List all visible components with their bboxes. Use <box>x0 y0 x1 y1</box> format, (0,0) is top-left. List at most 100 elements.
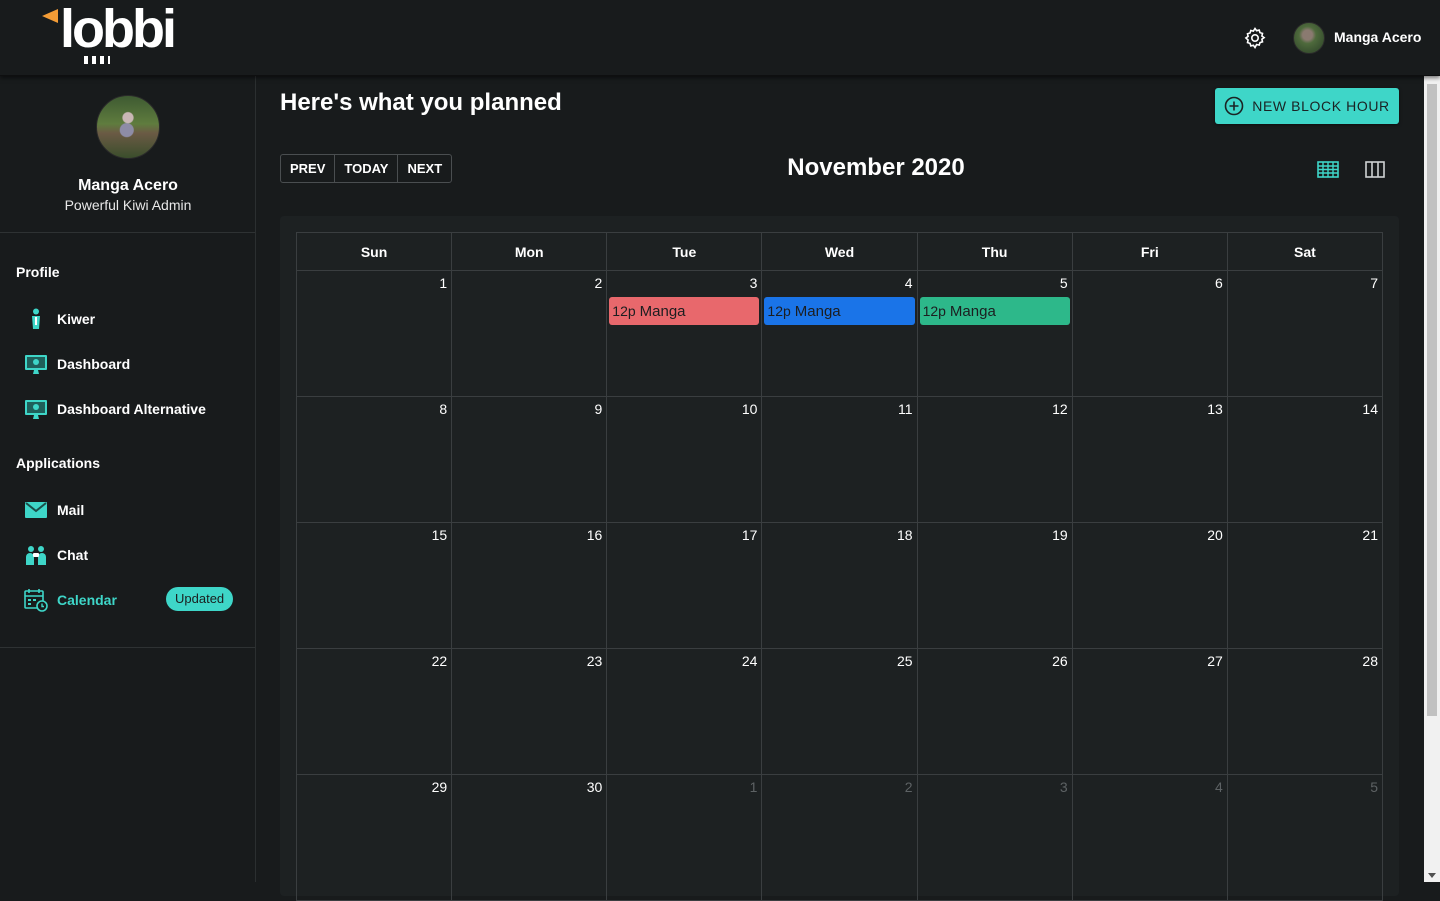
day-number[interactable]: 25 <box>897 653 913 669</box>
weekday-header-cell: Wed <box>762 233 918 271</box>
day-cell[interactable]: 25 <box>762 649 918 775</box>
day-cell[interactable]: 29 <box>297 775 453 901</box>
new-block-hour-button[interactable]: NEW BLOCK HOUR <box>1215 88 1399 124</box>
sidebar-item-label: Dashboard Alternative <box>57 401 206 417</box>
day-cell[interactable]: 8 <box>297 397 453 523</box>
day-cell[interactable]: 30 <box>452 775 608 901</box>
day-cell[interactable]: 2 <box>452 271 608 397</box>
day-number[interactable]: 11 <box>898 401 913 417</box>
day-number[interactable]: 15 <box>432 527 448 543</box>
day-cell[interactable]: 21 <box>1227 523 1383 649</box>
day-cell[interactable]: 10 <box>607 397 763 523</box>
day-number[interactable]: 19 <box>1052 527 1068 543</box>
day-number[interactable]: 6 <box>1215 275 1223 291</box>
day-cell[interactable]: 3 <box>917 775 1073 901</box>
calendar-event[interactable]: 12p Manga <box>919 297 1070 325</box>
day-number[interactable]: 13 <box>1207 401 1223 417</box>
day-number[interactable]: 30 <box>587 779 603 795</box>
day-cell[interactable]: 17 <box>607 523 763 649</box>
calendar-event[interactable]: 12p Manga <box>609 297 760 325</box>
page-scrollbar[interactable] <box>1424 76 1440 882</box>
day-number[interactable]: 2 <box>905 779 913 795</box>
day-number[interactable]: 5 <box>1060 275 1068 291</box>
day-cell[interactable]: 23 <box>452 649 608 775</box>
day-cell[interactable]: 14 <box>1227 397 1383 523</box>
sidebar-item-dashboard[interactable]: Dashboard <box>24 350 234 378</box>
day-number[interactable]: 9 <box>594 401 602 417</box>
day-number[interactable]: 26 <box>1052 653 1068 669</box>
day-cell[interactable]: 11 <box>762 397 918 523</box>
day-cell[interactable]: 3 12p Manga <box>607 271 763 397</box>
day-number[interactable]: 16 <box>587 527 603 543</box>
sidebar-item-calendar[interactable]: Calendar Updated <box>24 586 234 614</box>
sidebar-item-dashboard-alternative[interactable]: Dashboard Alternative <box>24 395 234 423</box>
day-number[interactable]: 21 <box>1362 527 1378 543</box>
day-cell[interactable]: 5 <box>1227 775 1383 901</box>
scroll-down-arrow-icon[interactable] <box>1428 873 1436 878</box>
next-button[interactable]: NEXT <box>398 155 451 182</box>
day-cell[interactable]: 4 <box>1072 775 1228 901</box>
today-button[interactable]: TODAY <box>335 155 399 182</box>
day-number[interactable]: 24 <box>742 653 758 669</box>
day-number[interactable]: 8 <box>439 401 447 417</box>
day-number[interactable]: 4 <box>905 275 913 291</box>
day-number[interactable]: 5 <box>1370 779 1378 795</box>
day-number[interactable]: 3 <box>1060 779 1068 795</box>
chat-users-icon <box>26 546 46 565</box>
day-number[interactable]: 7 <box>1370 275 1378 291</box>
day-cell[interactable]: 6 <box>1072 271 1228 397</box>
day-cell[interactable]: 18 <box>762 523 918 649</box>
calendar-event[interactable]: 12p Manga <box>764 297 915 325</box>
day-cell[interactable]: 22 <box>297 649 453 775</box>
day-cell[interactable]: 9 <box>452 397 608 523</box>
event-time: 12p <box>922 303 946 319</box>
day-cell[interactable]: 26 <box>917 649 1073 775</box>
scrollbar-thumb[interactable] <box>1427 84 1437 716</box>
day-cell[interactable]: 19 <box>917 523 1073 649</box>
day-number[interactable]: 28 <box>1362 653 1378 669</box>
day-cell[interactable]: 24 <box>607 649 763 775</box>
day-number[interactable]: 22 <box>432 653 448 669</box>
day-cell[interactable]: 28 <box>1227 649 1383 775</box>
day-cell[interactable]: 5 12p Manga <box>917 271 1073 397</box>
day-number[interactable]: 23 <box>587 653 603 669</box>
day-cell[interactable]: 2 <box>762 775 918 901</box>
day-cell[interactable]: 15 <box>297 523 453 649</box>
month-calendar: Sun Mon Tue Wed Thu Fri Sat 1 2 3 12p Manga 4 12p Man… <box>296 232 1383 901</box>
sidebar-item-chat[interactable]: Chat <box>24 541 234 569</box>
weekday-header-cell: Thu <box>917 233 1073 271</box>
day-cell[interactable]: 27 <box>1072 649 1228 775</box>
day-number[interactable]: 20 <box>1207 527 1223 543</box>
day-cell[interactable]: 13 <box>1072 397 1228 523</box>
profile-role: Powerful Kiwi Admin <box>64 197 192 213</box>
day-number[interactable]: 3 <box>750 275 758 291</box>
section-label-profile: Profile <box>16 264 60 280</box>
day-number[interactable]: 18 <box>897 527 913 543</box>
avatar[interactable] <box>1293 22 1325 54</box>
day-number[interactable]: 2 <box>594 275 602 291</box>
day-cell[interactable]: 1 <box>607 775 763 901</box>
day-cell[interactable]: 7 <box>1227 271 1383 397</box>
day-number[interactable]: 4 <box>1215 779 1223 795</box>
gear-icon[interactable] <box>1243 26 1267 50</box>
day-number[interactable]: 1 <box>439 275 447 291</box>
day-number[interactable]: 14 <box>1362 401 1378 417</box>
day-cell[interactable]: 1 <box>297 271 453 397</box>
week-columns-icon[interactable] <box>1364 158 1386 180</box>
month-grid-icon[interactable] <box>1317 158 1339 180</box>
day-number[interactable]: 27 <box>1207 653 1223 669</box>
day-cell[interactable]: 4 12p Manga <box>762 271 918 397</box>
day-number[interactable]: 17 <box>742 527 758 543</box>
day-cell[interactable]: 12 <box>917 397 1073 523</box>
sidebar-item-mail[interactable]: Mail <box>24 496 234 524</box>
sidebar-item-kiwer[interactable]: Kiwer <box>24 305 234 333</box>
day-cell[interactable]: 20 <box>1072 523 1228 649</box>
day-number[interactable]: 12 <box>1052 401 1068 417</box>
day-cell[interactable]: 16 <box>452 523 608 649</box>
prev-button[interactable]: PREV <box>281 155 336 182</box>
day-number[interactable]: 29 <box>432 779 448 795</box>
day-number[interactable]: 10 <box>742 401 758 417</box>
day-number[interactable]: 1 <box>750 779 758 795</box>
lobbi-logo[interactable]: lobbi <box>40 0 180 66</box>
user-name[interactable]: Manga Acero <box>1334 29 1421 45</box>
